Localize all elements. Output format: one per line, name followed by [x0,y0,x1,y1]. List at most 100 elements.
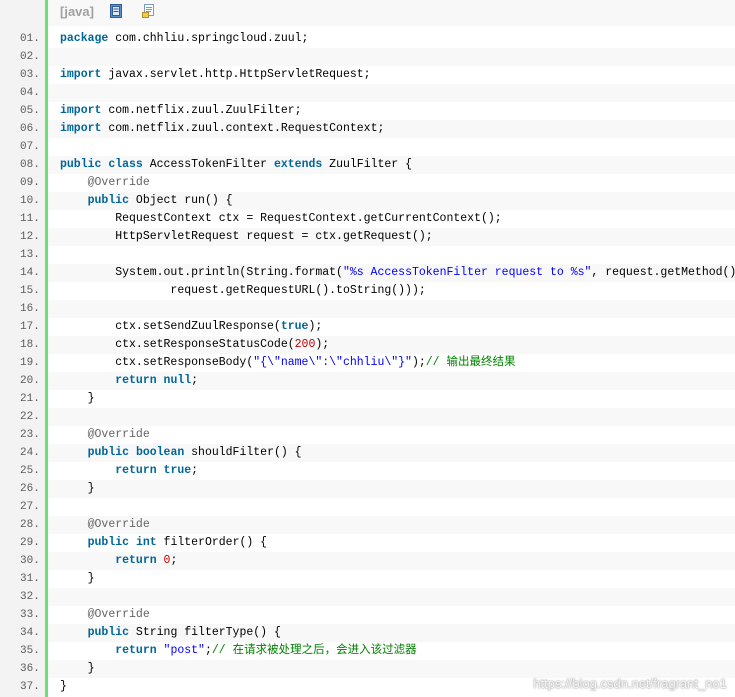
line-number: 02. [20,51,40,63]
code-text: return "post";// 在请求被处理之后，会进入该过滤器 [60,642,417,660]
line-number: 19. [20,357,40,369]
line-number: 15. [20,285,40,297]
code-text: } [60,570,95,588]
copy-icon[interactable] [110,4,122,23]
code-text: @Override [60,426,150,444]
line-number: 24. [20,447,40,459]
code-text: System.out.println(String.format("%s Acc… [60,264,735,282]
code-token: ; [170,554,178,567]
line-number: 14. [20,267,40,279]
line-number: 07. [20,141,40,153]
line-number: 05. [20,105,40,117]
code-line: 11. RequestContext ctx = RequestContext.… [0,210,735,228]
code-line: 02. [0,48,735,66]
code-toolbar: [java] [48,0,735,26]
code-text: ctx.setSendZuulResponse(true); [60,318,322,336]
code-token: return [115,554,157,567]
code-token: return [115,644,157,657]
code-token: import [60,104,102,117]
line-number: 29. [20,537,40,549]
line-number: 04. [20,87,40,99]
code-token: , request.getMethod(), [591,266,735,279]
code-token: System.out.println(String.format( [60,266,343,279]
line-number: 11. [20,213,40,225]
code-token: public [87,446,130,459]
code-token: ; [204,644,212,657]
code-token: import [60,68,102,81]
line-number: 37. [20,681,40,693]
code-token: request.getRequestURL().toString())); [60,284,426,297]
code-line: 15. request.getRequestURL().toString()))… [0,282,735,300]
code-line: 32. [0,588,735,606]
watermark: https://blog.csdn.net/fragrant_no1 [533,676,727,691]
code-text: HttpServletRequest request = ctx.getRequ… [60,228,432,246]
code-line: 07. [0,138,735,156]
code-text: public boolean shouldFilter() { [60,444,302,462]
code-token: } [60,392,95,405]
line-number: 27. [20,501,40,513]
code-token: public [87,536,130,549]
code-token: class [108,158,143,171]
line-number: 22. [20,411,40,423]
code-token: } [60,680,67,693]
code-text: } [60,660,95,678]
code-line: 21. } [0,390,735,408]
line-number: 30. [20,555,40,567]
code-text: public class AccessTokenFilter extends Z… [60,156,412,174]
code-token: package [60,32,109,45]
code-token: shouldFilter() { [184,446,302,459]
line-number: 26. [20,483,40,495]
code-token: @Override [87,608,150,621]
line-number: 23. [20,429,40,441]
code-token: return [115,374,157,387]
code-token: ); [308,320,323,333]
code-token: Object run() { [129,194,233,207]
code-text: import javax.servlet.http.HttpServletReq… [60,66,371,84]
code-token: filterOrder() { [156,536,268,549]
code-token: AccessTokenFilter [142,158,274,171]
code-token: // 在请求被处理之后，会进入该过滤器 [211,644,417,657]
code-text: public String filterType() { [60,624,281,642]
code-token: } [60,482,95,495]
code-token: // 输出最终结果 [425,356,516,369]
code-line: 26. } [0,480,735,498]
code-block: 01. package com.chhliu.springcloud.zuul; 0… [0,30,735,696]
code-line: 33. @Override [0,606,735,624]
code-text: ctx.setResponseStatusCode(200); [60,336,329,354]
line-number: 08. [20,159,40,171]
code-token: com.chhliu.springcloud.zuul; [108,32,309,45]
code-token: ctx.setResponseStatusCode( [60,338,295,351]
code-line: 04. [0,84,735,102]
code-token: boolean [135,446,185,459]
line-number: 10. [20,195,40,207]
code-token: return [115,464,157,477]
code-token: public [87,626,130,639]
code-line: 10. public Object run() { [0,192,735,210]
code-token: ZuulFilter { [322,158,412,171]
code-text: import com.netflix.zuul.ZuulFilter; [60,102,302,120]
line-number: 25. [20,465,40,477]
line-number: 03. [20,69,40,81]
print-icon[interactable] [142,4,156,23]
code-line: 28. @Override [0,516,735,534]
code-text: return true; [60,462,198,480]
code-token: int [135,536,157,549]
code-text: } [60,390,95,408]
code-text: return null; [60,372,198,390]
code-line: 08. public class AccessTokenFilter extend… [0,156,735,174]
code-text: public Object run() { [60,192,233,210]
line-number: 33. [20,609,40,621]
line-number: 06. [20,123,40,135]
